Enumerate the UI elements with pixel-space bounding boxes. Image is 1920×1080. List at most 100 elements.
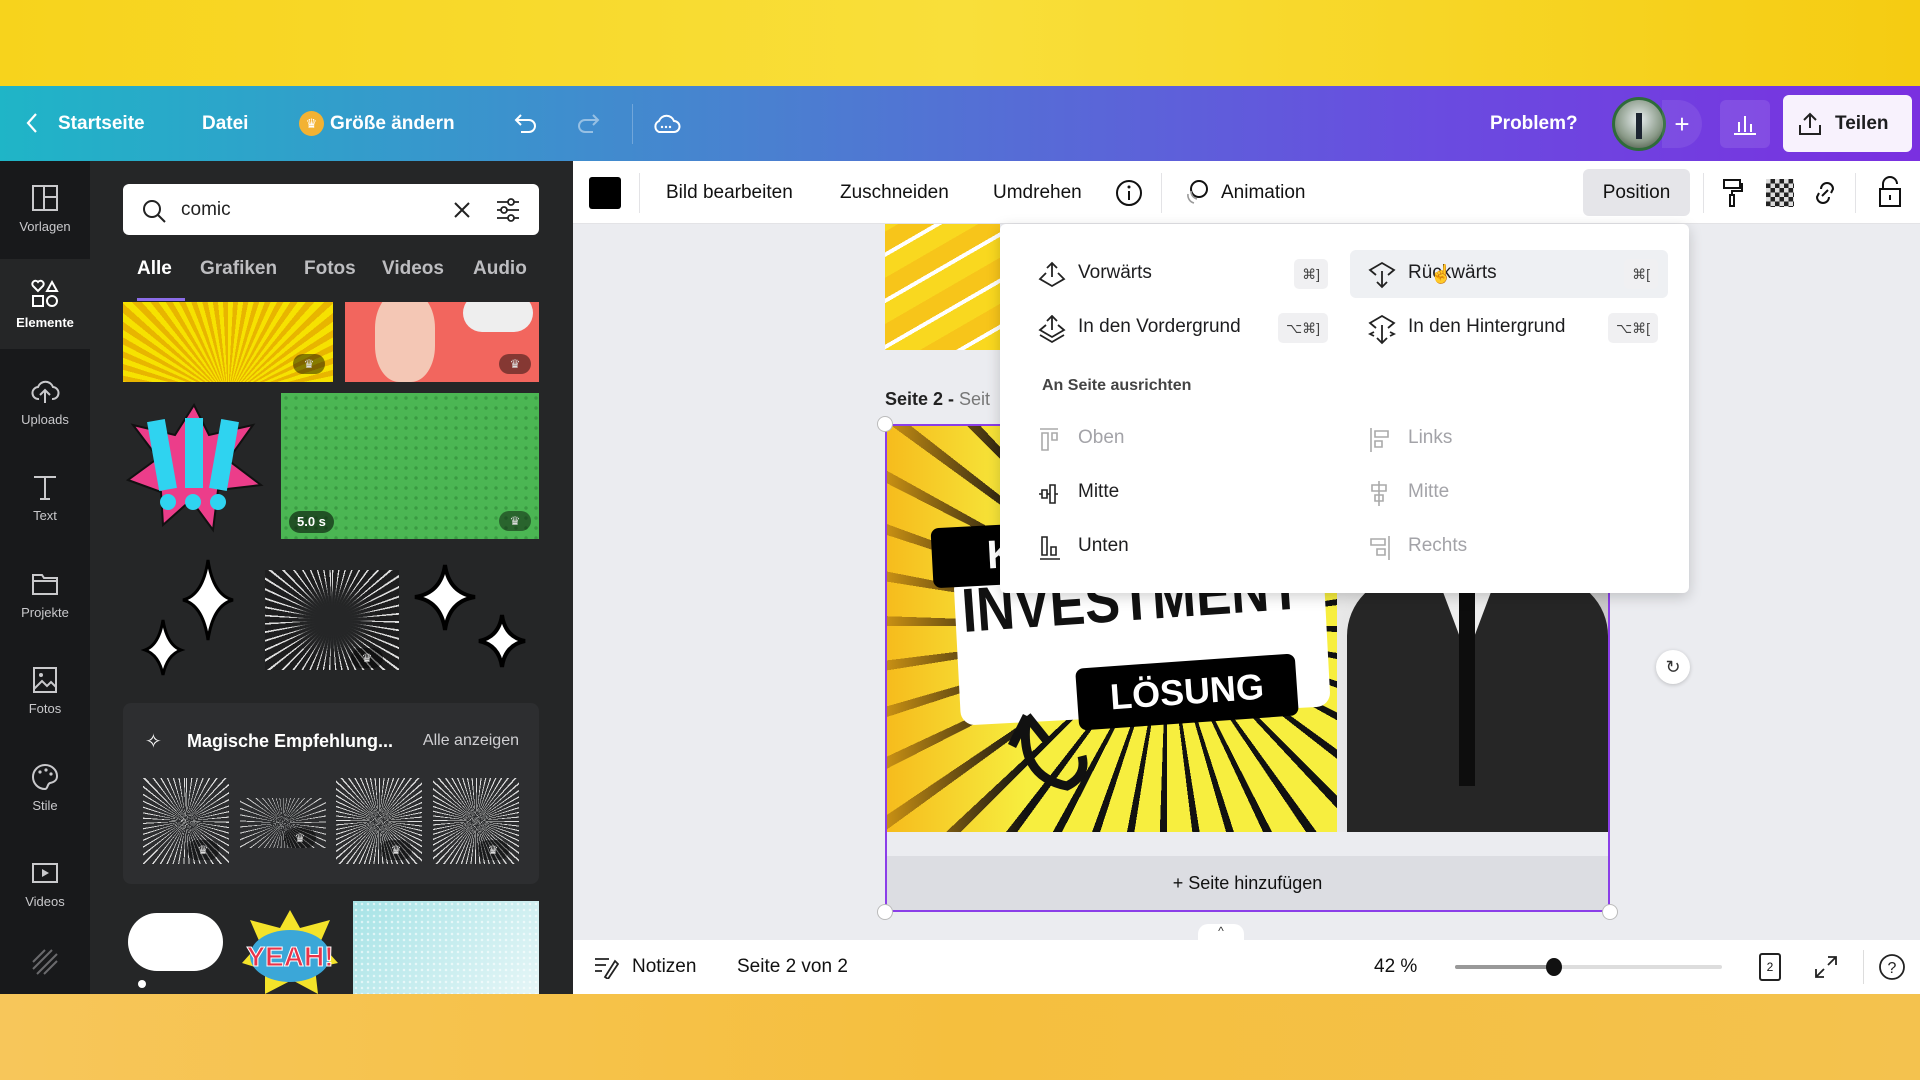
tab-audio[interactable]: Audio xyxy=(473,258,527,280)
align-bottom[interactable]: Unten xyxy=(1038,522,1328,570)
page-1-preview[interactable] xyxy=(885,224,1000,350)
tab-videos[interactable]: Videos xyxy=(382,258,444,280)
tab-photos[interactable]: Fotos xyxy=(304,258,356,280)
rail-item-photos[interactable]: Fotos xyxy=(0,645,90,735)
info-icon[interactable] xyxy=(1115,179,1143,207)
resize-handle[interactable] xyxy=(877,416,893,432)
menu-item-label: Mitte xyxy=(1078,481,1120,502)
resize-handle[interactable] xyxy=(877,904,893,920)
magic-thumb[interactable]: ♛ xyxy=(143,778,229,864)
unlock-icon[interactable] xyxy=(1877,175,1903,209)
show-pages-toggle[interactable]: ^ xyxy=(1198,924,1244,940)
magic-thumb[interactable]: ♛ xyxy=(336,778,422,864)
rail-item-videos[interactable]: Videos xyxy=(0,838,90,928)
redo-icon[interactable] xyxy=(574,110,602,138)
shortcut-badge: ⌥⌘[ xyxy=(1607,313,1658,343)
link-icon[interactable] xyxy=(1811,179,1839,207)
rail-item-projects[interactable]: Projekte xyxy=(0,549,90,639)
rail-item-uploads[interactable]: Uploads xyxy=(0,356,90,446)
paint-roller-icon[interactable] xyxy=(1721,177,1745,209)
rotate-icon[interactable]: ↻ xyxy=(1656,650,1690,684)
align-middle-vertical[interactable]: Mitte xyxy=(1038,468,1328,516)
result-thumb-cyan-halftone[interactable] xyxy=(353,901,539,994)
cloud-save-icon[interactable] xyxy=(650,108,682,138)
rail-label: Uploads xyxy=(21,412,69,427)
align-right[interactable]: Rechts xyxy=(1368,522,1658,570)
magic-thumb[interactable]: ♛ xyxy=(433,778,519,864)
menu-item-label: Mitte xyxy=(1408,481,1450,502)
result-thumb-exclamation[interactable] xyxy=(123,400,265,540)
send-backward-icon xyxy=(1368,261,1396,289)
menu-item-label: Oben xyxy=(1078,427,1125,448)
see-all-link[interactable]: Alle anzeigen xyxy=(423,732,519,750)
result-thumb-sparkles[interactable] xyxy=(123,555,263,680)
chevron-left-icon[interactable] xyxy=(20,111,44,135)
menu-item-label: Links xyxy=(1408,427,1453,448)
filter-sliders-icon[interactable] xyxy=(495,197,521,223)
rail-label: Elemente xyxy=(16,315,74,330)
share-button[interactable]: Teilen xyxy=(1783,95,1912,152)
result-thumb-green-halftone-video[interactable]: 5.0 s ♛ xyxy=(281,393,539,539)
fullscreen-icon[interactable] xyxy=(1813,954,1839,980)
transparency-icon[interactable] xyxy=(1766,179,1794,207)
divider xyxy=(632,104,633,144)
align-top[interactable]: Oben xyxy=(1038,414,1328,462)
color-swatch[interactable] xyxy=(589,177,621,209)
problem-link[interactable]: Problem? xyxy=(1490,86,1578,161)
resize-handle[interactable] xyxy=(1602,904,1618,920)
edit-image-button[interactable]: Bild bearbeiten xyxy=(666,161,793,224)
zoom-slider[interactable] xyxy=(1455,958,1722,976)
result-thumb-cloud[interactable] xyxy=(123,908,228,994)
crop-button[interactable]: Zuschneiden xyxy=(840,161,949,224)
animation-icon[interactable] xyxy=(1180,178,1210,208)
align-left[interactable]: Links xyxy=(1368,414,1658,462)
menu-item-bring-to-front[interactable]: In den Vordergrund ⌥⌘] xyxy=(1038,303,1328,351)
zoom-slider-fill xyxy=(1455,965,1554,969)
rail-item-text[interactable]: Text xyxy=(0,452,90,542)
resize-button[interactable]: Größe ändern xyxy=(330,86,455,161)
menu-item-forward[interactable]: Vorwärts ⌘] xyxy=(1038,249,1328,297)
add-collaborator-button[interactable]: + xyxy=(1662,100,1702,148)
flip-button[interactable]: Umdrehen xyxy=(993,161,1082,224)
align-right-icon xyxy=(1370,536,1390,560)
menu-item-send-to-back[interactable]: In den Hintergrund ⌥⌘[ xyxy=(1368,303,1658,351)
tab-all[interactable]: Alle xyxy=(137,258,172,280)
result-thumb-pop-art-woman[interactable]: ♛ xyxy=(345,302,539,382)
rail-item-elements[interactable]: Elemente xyxy=(0,259,90,349)
hand-cursor-icon: ☝ xyxy=(1430,264,1453,284)
top-bar: Startseite Datei ♛ Größe ändern Problem?… xyxy=(0,86,1920,161)
menu-item-label: Unten xyxy=(1078,535,1129,556)
menu-item-backward[interactable]: Rückwärts ⌘[ xyxy=(1368,249,1658,297)
help-icon[interactable]: ? xyxy=(1877,952,1907,982)
rail-item-more[interactable] xyxy=(0,941,90,991)
zoom-slider-handle[interactable] xyxy=(1546,958,1562,976)
tab-graphics[interactable]: Grafiken xyxy=(200,258,277,280)
clear-icon[interactable] xyxy=(453,201,471,219)
position-menu: Vorwärts ⌘] Rückwärts ⌘[ In den Vordergr… xyxy=(1000,224,1689,593)
undo-icon[interactable] xyxy=(512,110,540,138)
insights-chart-icon[interactable] xyxy=(1720,100,1770,148)
page-grid-button[interactable]: 2 xyxy=(1759,953,1781,981)
rail-item-templates[interactable]: Vorlagen xyxy=(0,163,90,253)
add-page-button[interactable]: + Seite hinzufügen xyxy=(887,856,1608,910)
result-thumb-yeah-sticker[interactable]: YEAH! xyxy=(240,908,340,994)
magic-thumb[interactable]: ♛ xyxy=(240,798,326,848)
bring-to-front-icon xyxy=(1038,315,1066,344)
menu-item-label: Vorwärts xyxy=(1078,262,1152,283)
result-thumb-speed-lines[interactable]: ♛ xyxy=(265,570,399,670)
magic-title: Magische Empfehlung... xyxy=(187,731,394,751)
avatar[interactable] xyxy=(1612,97,1666,151)
animation-button[interactable]: Animation xyxy=(1221,161,1306,224)
page-title-label[interactable]: Seit xyxy=(959,389,990,409)
notes-button[interactable]: Notizen xyxy=(632,940,696,994)
align-center-horizontal[interactable]: Mitte xyxy=(1368,468,1658,516)
divider xyxy=(639,173,640,213)
search-input[interactable]: comic xyxy=(123,184,539,235)
rail-item-styles[interactable]: Stile xyxy=(0,742,90,832)
position-button[interactable]: Position xyxy=(1583,169,1690,216)
file-menu[interactable]: Datei xyxy=(202,86,248,161)
result-thumb-yellow-rays[interactable]: ♛ xyxy=(123,302,333,382)
home-button[interactable]: Startseite xyxy=(58,86,145,161)
result-thumb-stars[interactable] xyxy=(405,555,540,680)
zoom-level[interactable]: 42 % xyxy=(1374,940,1417,994)
